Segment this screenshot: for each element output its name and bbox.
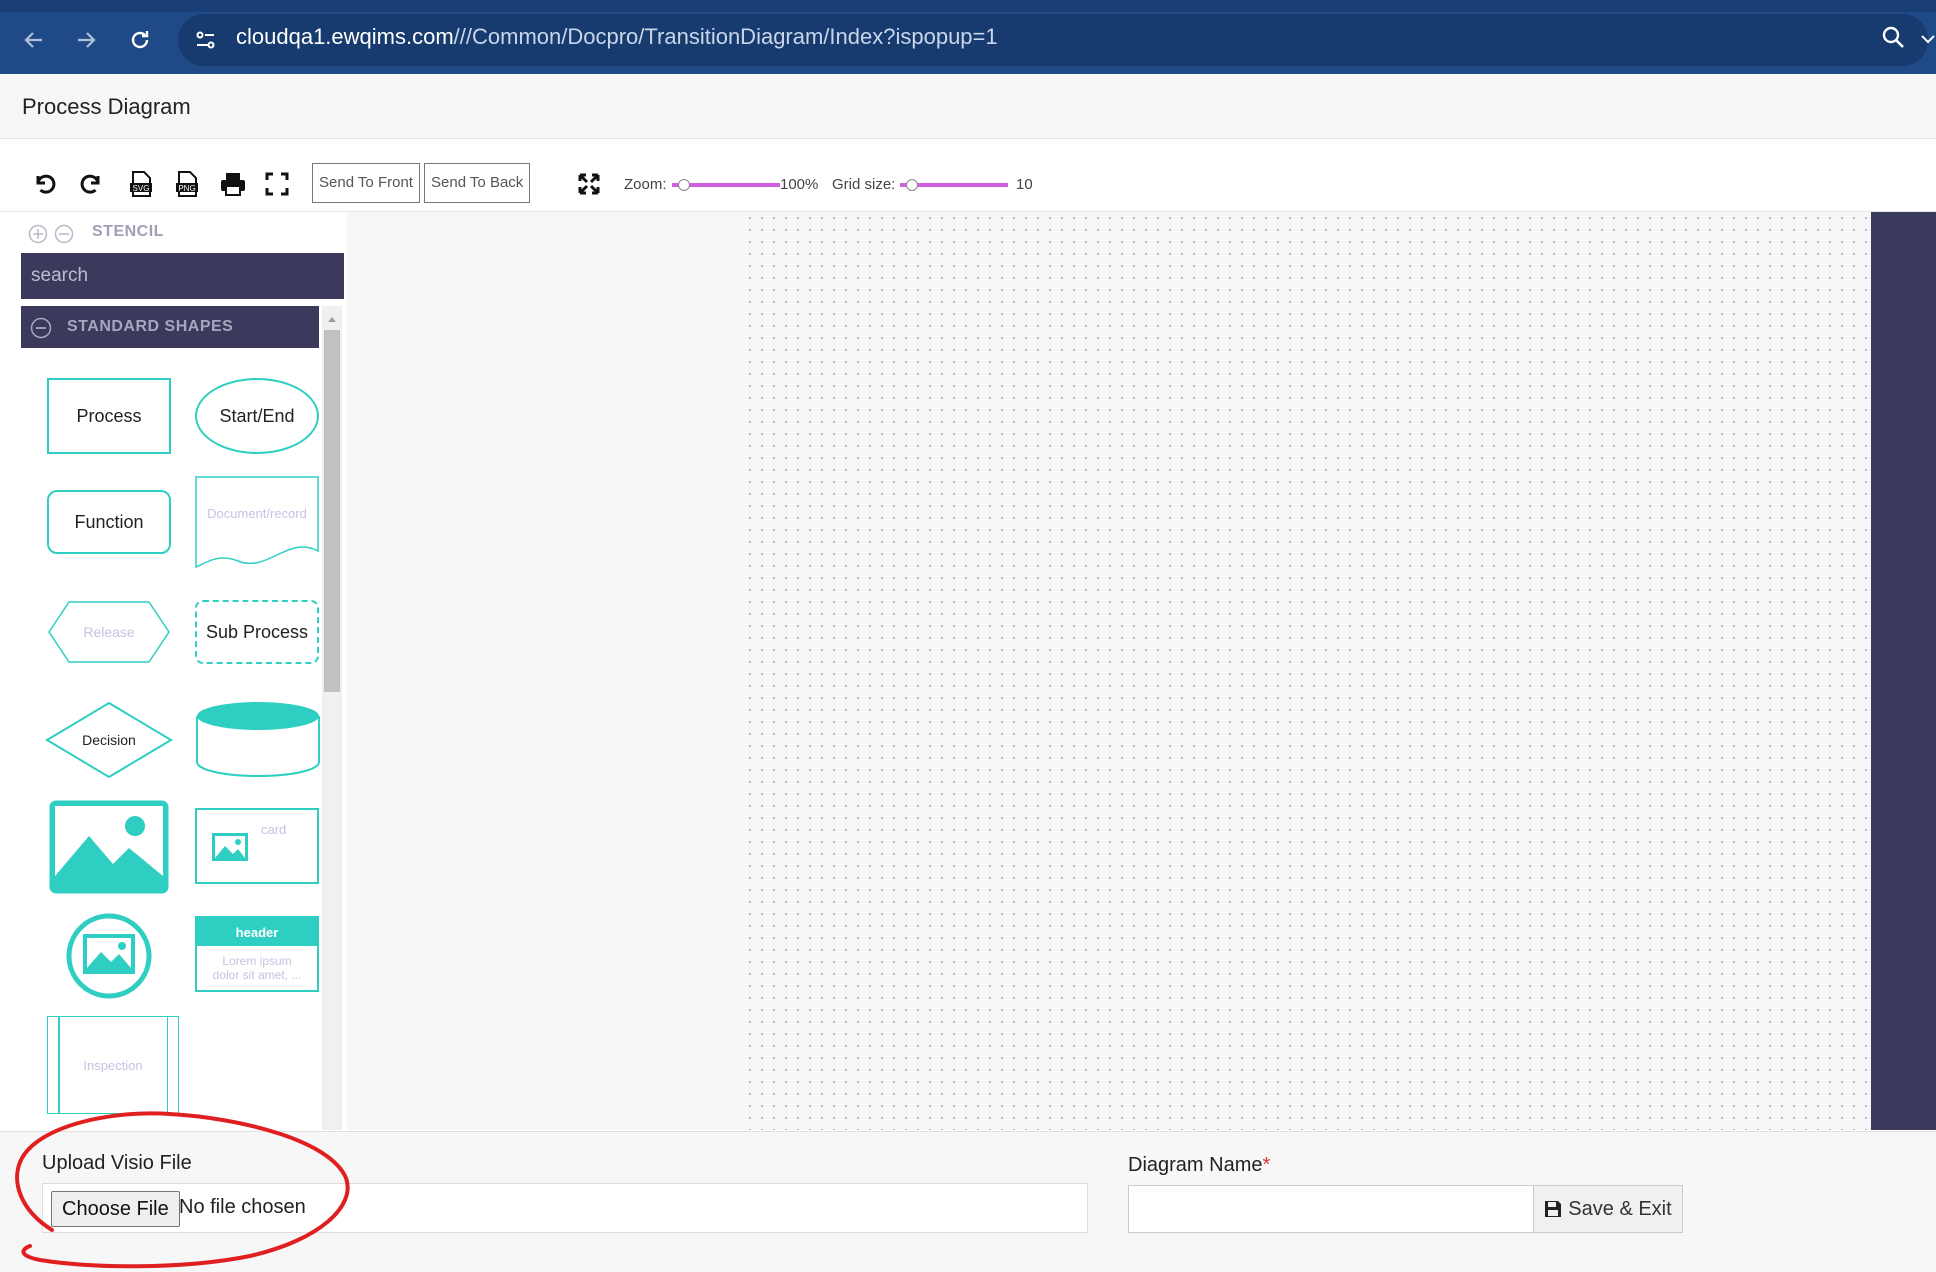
forward-button[interactable] (68, 22, 104, 58)
diagram-name-label: Diagram Name* (1128, 1154, 1271, 1176)
shape-header-card[interactable]: header Lorem ipsum dolor sit amet, ... (195, 916, 319, 992)
search-icon[interactable] (1880, 24, 1908, 57)
shape-card[interactable]: card (195, 808, 319, 884)
browser-toolbar: cloudqa1.ewqims.com///Common/Docpro/Tran… (0, 0, 1936, 74)
stencil-header: STENCIL (20, 213, 344, 253)
properties-panel-collapsed[interactable] (1871, 212, 1936, 1130)
shape-inspection[interactable]: Inspection (47, 1016, 179, 1114)
forward-arrow-icon (78, 32, 96, 48)
shape-start-end[interactable]: Start/End (195, 378, 319, 454)
stencil-search (21, 253, 344, 299)
shape-process-label: Process (76, 405, 142, 426)
expand-all-icon[interactable] (28, 224, 48, 249)
zoom-label: Zoom: (624, 176, 667, 193)
file-status-text: No file chosen (179, 1196, 306, 1218)
save-exit-button[interactable]: Save & Exit (1533, 1185, 1683, 1233)
shape-lorem-line1: Lorem ipsum (222, 954, 292, 968)
page-header: Process Diagram (0, 74, 1936, 139)
floppy-disk-icon (1545, 1201, 1562, 1217)
stencil-search-input[interactable] (21, 253, 344, 299)
collapse-group-icon[interactable] (30, 317, 52, 344)
card-image-icon (212, 833, 248, 861)
shape-card-label: card (261, 822, 287, 837)
diagram-paper-grid[interactable] (744, 212, 1871, 1130)
stencil-shapes: Process Start/End Function Document/reco… (21, 348, 321, 1130)
visio-file-input[interactable]: Choose File No file chosen (42, 1183, 1088, 1233)
stencil-title: STENCIL (92, 223, 164, 240)
url-text[interactable]: cloudqa1.ewqims.com///Common/Docpro/Tran… (236, 24, 998, 50)
choose-file-button[interactable]: Choose File (51, 1191, 180, 1227)
required-mark: * (1262, 1154, 1271, 1176)
diagram-name-input[interactable] (1128, 1185, 1534, 1233)
page-title: Process Diagram (22, 94, 191, 119)
shape-header-label: header (197, 918, 317, 946)
undo-icon[interactable] (30, 169, 60, 199)
diagram-form: Upload Visio File Choose File No file ch… (0, 1131, 1936, 1272)
fullscreen-icon[interactable] (262, 169, 292, 199)
shape-sub-process-label: Sub Process (205, 621, 309, 642)
shape-circle-image[interactable] (65, 912, 153, 1000)
send-to-back-button[interactable]: Send To Back (424, 163, 531, 203)
browser-tab-strip (0, 0, 1936, 12)
shape-process[interactable]: Process (47, 378, 171, 454)
shape-document-label: Document/record (207, 505, 307, 521)
scroll-up-icon (328, 317, 336, 322)
grid-size-label: Grid size: (832, 176, 896, 193)
shape-inspection-label: Inspection (83, 1057, 143, 1073)
reload-button[interactable] (122, 22, 158, 58)
standard-shapes-group-header[interactable]: STANDARD SHAPES (21, 306, 319, 348)
shape-function-label: Function (74, 511, 144, 532)
collapse-all-icon[interactable] (54, 224, 74, 249)
shape-lorem-line2: dolor sit amet, ... (212, 968, 302, 982)
shape-function[interactable]: Function (47, 490, 171, 554)
svg-text:PNG: PNG (178, 184, 195, 193)
print-icon[interactable] (218, 169, 248, 199)
reload-icon (131, 31, 149, 49)
site-settings-icon[interactable] (194, 28, 218, 57)
fit-to-screen-icon[interactable] (574, 169, 604, 199)
save-exit-label: Save & Exit (1568, 1197, 1672, 1220)
shape-release-label: Release (83, 624, 135, 640)
zoom-slider-handle[interactable] (677, 179, 690, 191)
shape-decision-label: Decision (82, 732, 136, 748)
back-button[interactable] (16, 22, 52, 58)
redo-icon[interactable] (76, 169, 106, 199)
grid-size-slider-handle[interactable] (905, 179, 918, 191)
zoom-value: 100% (780, 176, 819, 193)
send-to-front-button[interactable]: Send To Front (312, 163, 420, 203)
export-svg-icon[interactable]: SVG (126, 169, 156, 199)
shape-database[interactable] (195, 700, 321, 778)
export-png-icon[interactable]: PNG (172, 169, 202, 199)
chevron-down-icon[interactable] (1920, 32, 1936, 50)
shape-sub-process[interactable]: Sub Process (195, 600, 319, 664)
shape-decision[interactable]: Decision (45, 701, 173, 779)
svg-text:SVG: SVG (133, 184, 150, 193)
shape-start-end-label: Start/End (219, 405, 295, 426)
stencil-scrollbar-thumb[interactable] (324, 330, 340, 692)
shape-image[interactable] (49, 800, 169, 894)
diagram-toolbar: SVG PNG Send To Front Send To Back Zoom:… (0, 139, 1936, 212)
back-arrow-icon (24, 32, 42, 48)
group-title: STANDARD SHAPES (67, 318, 234, 335)
grid-size-value: 10 (1016, 176, 1033, 193)
shape-release[interactable]: Release (47, 600, 171, 664)
upload-visio-label: Upload Visio File (42, 1152, 192, 1174)
shape-document-record[interactable]: Document/record (195, 476, 319, 570)
